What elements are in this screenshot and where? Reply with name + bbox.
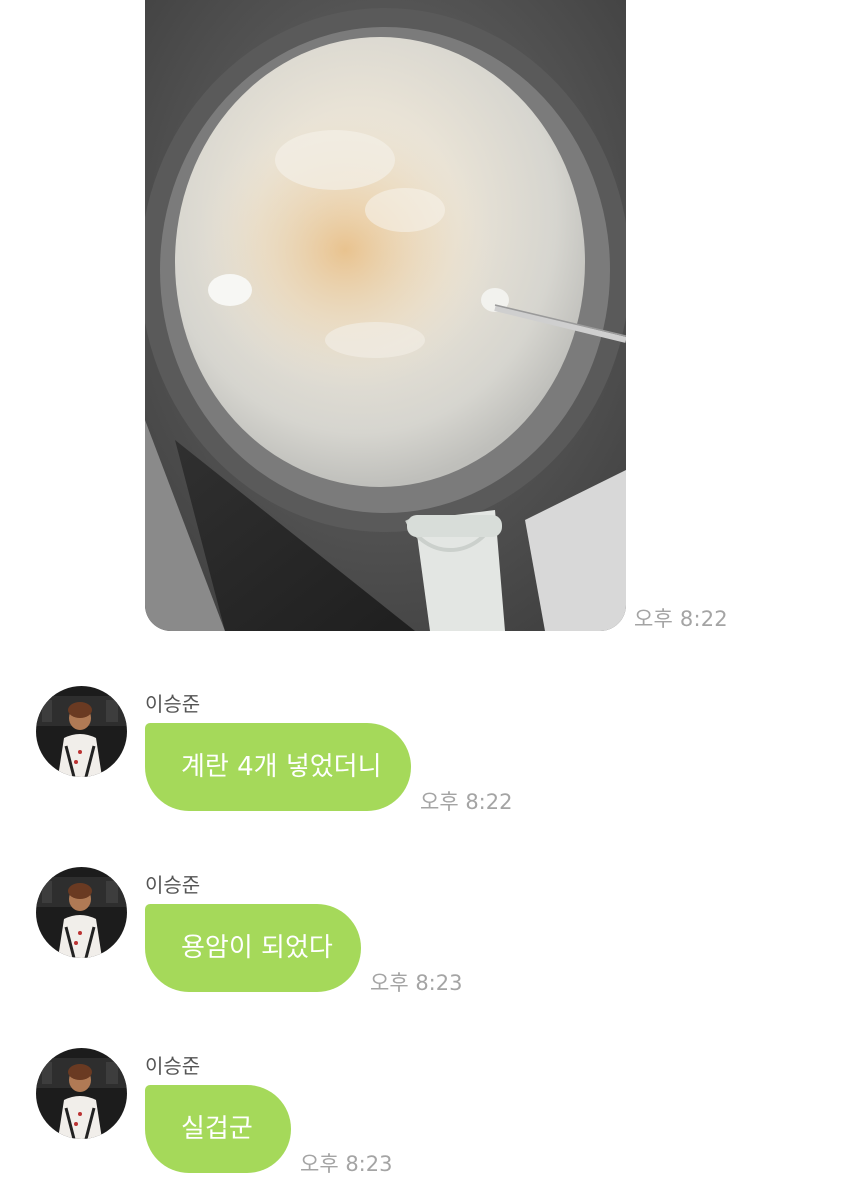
message-bubble[interactable]: 용암이 되었다: [145, 904, 361, 992]
photo-image: [145, 0, 626, 631]
message-timestamp: 오후 8:23: [370, 971, 463, 995]
profile-photo-icon: [36, 867, 127, 958]
sender-name: 이승준: [145, 692, 201, 716]
message-row: 이승준 실겁군 오후 8:23: [0, 1048, 864, 1200]
message-row: 이승준 계란 4개 넣었더니 오후 8:22: [0, 686, 864, 846]
sender-name: 이승준: [145, 1054, 201, 1078]
photo-message[interactable]: [145, 0, 626, 631]
message-bubble[interactable]: 계란 4개 넣었더니: [145, 723, 411, 811]
profile-photo-icon: [36, 1048, 127, 1139]
sender-name: 이승준: [145, 873, 201, 897]
avatar[interactable]: [36, 1048, 127, 1139]
chat-screen: 오후 8:22 이승준 계란 4개 넣었더니 오후 8:22 이승준 용암이 되…: [0, 0, 864, 1200]
photo-timestamp: 오후 8:22: [634, 607, 728, 631]
message-bubble[interactable]: 실겁군: [145, 1085, 291, 1173]
message-row: 이승준 용암이 되었다 오후 8:23: [0, 867, 864, 1027]
message-timestamp: 오후 8:22: [420, 790, 513, 814]
avatar[interactable]: [36, 686, 127, 777]
message-timestamp: 오후 8:23: [300, 1152, 393, 1176]
avatar[interactable]: [36, 867, 127, 958]
profile-photo-icon: [36, 686, 127, 777]
